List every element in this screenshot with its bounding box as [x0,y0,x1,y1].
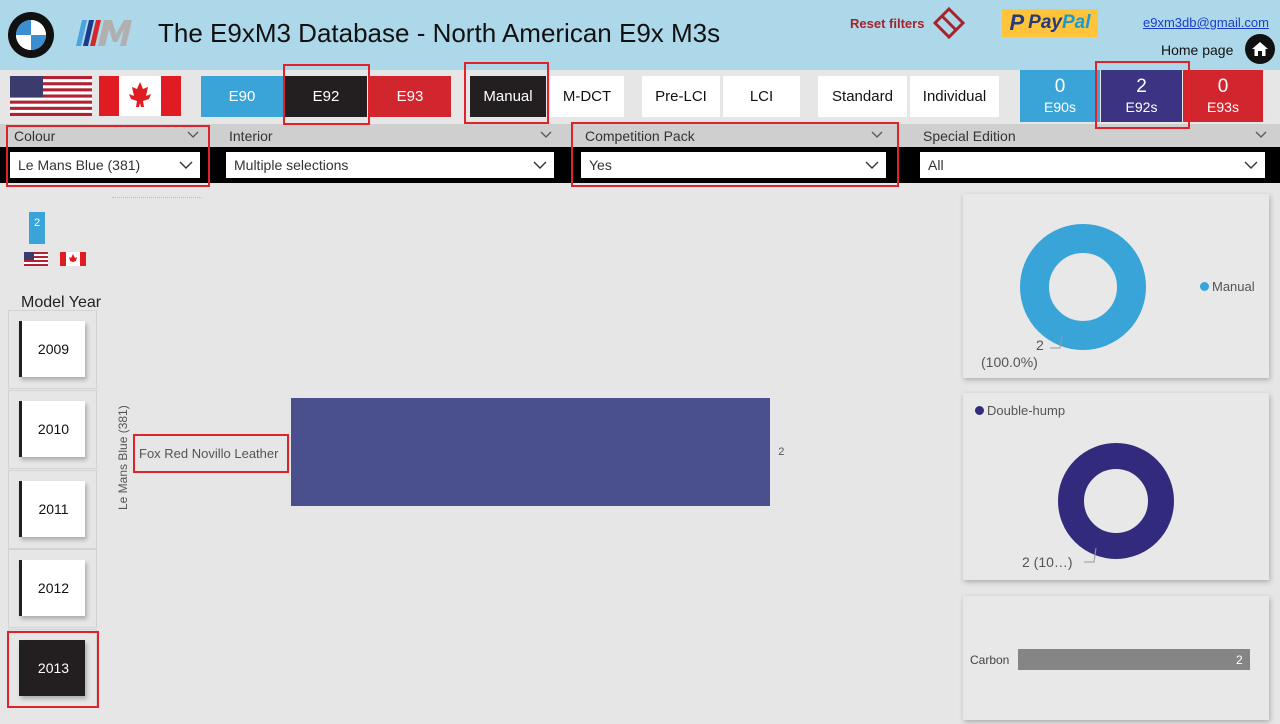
home-button[interactable] [1245,34,1275,64]
year-2010-button[interactable]: 2010 [19,401,85,457]
standard-button[interactable]: Standard [818,76,907,117]
donut-data-label: 2 (100.0%) [981,337,1101,371]
bar-carbon[interactable] [1018,649,1250,670]
bar-category-label: Fox Red Novillo Leather [139,446,279,461]
colour-select-value: Le Mans Blue (381) [18,157,141,173]
chevron-down-icon[interactable] [186,128,200,142]
transmission-donut [1020,224,1146,350]
paypal-label: PayPal [1028,12,1091,33]
m-logo [76,20,132,46]
chevron-down-icon [865,161,879,169]
e90-count-value: 0 [1054,76,1066,97]
competition-pack-select-value: Yes [589,157,612,173]
competition-pack-filter-label: Competition Pack [585,128,695,144]
reset-filters-button[interactable]: Reset filters [850,16,924,31]
chevron-down-icon [179,161,193,169]
donut-slice-manual[interactable] [1020,224,1146,350]
total-count-badge: 2 [29,212,45,244]
legend-label: Manual [1212,279,1255,294]
page-title: The E9xM3 Database - North American E9x … [158,18,721,48]
usa-flag-button[interactable] [10,76,92,116]
donut-data-percent: (100.0%) [981,354,1038,370]
donut-data-value: 2 [1036,337,1044,353]
legend-dot [1200,282,1209,291]
e90-count-card[interactable]: 0 E90s [1020,70,1100,122]
donut-data-label: 2 (10…) [1022,554,1073,570]
chevron-down-icon[interactable] [1254,128,1268,142]
year-slot: 2013 [8,629,97,708]
eraser-icon[interactable] [932,6,966,40]
email-link[interactable]: e9xm3db@gmail.com [1143,15,1269,30]
manual-button[interactable]: Manual [470,76,546,117]
special-edition-select-value: All [928,157,944,173]
chevron-down-icon [1244,161,1258,169]
e93-count-label: E93s [1207,99,1239,115]
home-icon [1252,42,1268,56]
bmw-logo [8,12,54,58]
e92-count-value: 2 [1136,76,1147,97]
bar-value-label: 2 [778,446,785,458]
e93-count-card[interactable]: 0 E93s [1183,70,1263,122]
year-2013-button[interactable]: 2013 [19,640,85,696]
special-edition-filter-label: Special Edition [923,128,1016,144]
e92-count-card[interactable]: 2 E92s [1101,70,1182,122]
e92-count-label: E92s [1125,99,1158,115]
colour-filter-label: Colour [14,128,56,144]
chart-axis-label: Le Mans Blue (381) [116,405,130,510]
chevron-down-icon [533,161,547,169]
year-slot: 2010 [8,390,97,469]
legend-label: Double-hump [987,403,1066,418]
canada-flag-button[interactable] [99,76,181,116]
legend-item-double-hump[interactable]: Double-hump [975,403,1065,418]
year-slot: 2009 [8,310,97,389]
bar-value-label: 2 [1236,653,1243,667]
canada-flag-icon [60,252,86,266]
e93-button[interactable]: E93 [369,76,451,117]
legend-item-manual[interactable]: Manual [1200,279,1255,294]
interior-filter-label: Interior [229,128,273,144]
bar-fox-red-novillo-leather[interactable] [291,398,771,506]
year-slot: 2012 [8,549,97,628]
chevron-down-icon[interactable] [539,128,553,142]
leader-line [1084,548,1097,563]
paypal-p-icon: P [1009,10,1025,35]
legend-dot [975,406,984,415]
individual-button[interactable]: Individual [910,76,999,117]
paypal-button[interactable]: P PayPal [1002,9,1098,37]
mdct-button[interactable]: M-DCT [550,76,624,117]
divider [112,197,202,198]
chevron-down-icon[interactable] [870,128,884,142]
lci-button[interactable]: LCI [723,76,800,117]
usa-flag-icon [24,252,48,266]
e93-count-value: 0 [1217,76,1229,97]
year-slot: 2011 [8,470,97,549]
colour-select[interactable]: Le Mans Blue (381) [10,152,200,178]
year-2009-button[interactable]: 2009 [19,321,85,377]
e92-button[interactable]: E92 [285,76,367,117]
seat-donut [1058,443,1174,559]
donut-slice-double-hump[interactable] [1058,443,1174,559]
special-edition-select[interactable]: All [920,152,1265,178]
home-page-label: Home page [1161,42,1234,58]
pre-lci-button[interactable]: Pre-LCI [642,76,720,117]
interior-select[interactable]: Multiple selections [226,152,554,178]
bar-category-label: Carbon [970,653,1010,667]
year-2012-button[interactable]: 2012 [19,560,85,616]
competition-pack-select[interactable]: Yes [581,152,886,178]
year-2011-button[interactable]: 2011 [19,481,85,537]
e90-button[interactable]: E90 [201,76,283,117]
e90-count-label: E90s [1044,99,1076,115]
interior-select-value: Multiple selections [234,157,349,173]
